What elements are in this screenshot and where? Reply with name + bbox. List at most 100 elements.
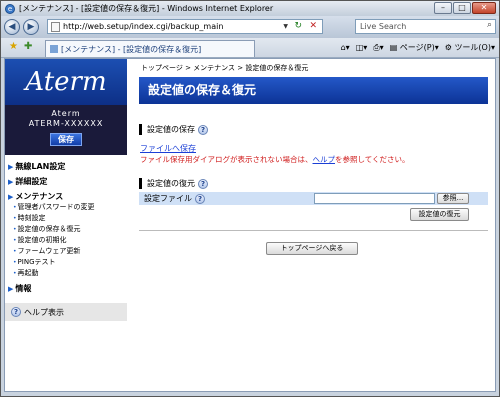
close-icon[interactable]: ✕ — [472, 2, 496, 14]
page-icon — [51, 21, 60, 32]
menu-wireless-lan[interactable]: ▶ 無線LAN設定 — [5, 161, 127, 172]
add-favorites-icon[interactable]: ✚ — [24, 41, 32, 52]
help-label: ヘルプ表示 — [24, 307, 64, 317]
tools-menu-label: ツール(O) — [454, 43, 491, 52]
back-to-top-button[interactable]: トップページへ戻る — [266, 242, 358, 255]
main-panel: トップページ > メンテナンス > 設定値の保存＆復元 設定値の保存＆復元 設定… — [139, 59, 491, 391]
save-note-text: ファイル保存用ダイアログが表示されない場合は、 — [140, 155, 313, 164]
bullet-icon: • — [13, 248, 17, 255]
save-section-title: 設定値の保存 — [147, 125, 195, 134]
page-content: Aterm Aterm ATERM-XXXXXX 保存 ▶ 無線LAN設定 ▶ 詳細… — [4, 58, 496, 392]
config-file-input[interactable] — [314, 193, 435, 204]
config-file-row: 設定ファイル ? 参照... — [139, 192, 488, 205]
menu-advanced[interactable]: ▶ 詳細設定 — [5, 176, 127, 187]
address-url[interactable]: http://web.setup/index.cgi/backup_main — [63, 22, 223, 31]
restore-section-title: 設定値の復元 — [147, 179, 195, 188]
bullet-icon: • — [13, 204, 17, 211]
menu-label: 情報 — [15, 284, 32, 293]
help-icon[interactable]: ? — [198, 178, 208, 189]
bullet-icon: • — [13, 226, 17, 233]
menu-maintenance[interactable]: ▶ メンテナンス — [5, 191, 127, 202]
command-bar: ⌂▾ ◫▾ ⎙▾ ▤ ページ(P)▾ ⚙ ツール(O)▾ — [341, 42, 495, 53]
search-icon[interactable]: ⌕ — [487, 20, 492, 30]
divider — [139, 230, 488, 231]
menu-item-reset[interactable]: •設定値の初期化 — [5, 235, 127, 246]
bullet-icon: • — [13, 215, 17, 222]
bullet-icon: • — [13, 237, 17, 244]
window-title: [メンテナンス] - [設定値の保存＆復元] - Windows Interne… — [19, 4, 274, 13]
search-placeholder: Live Search — [360, 22, 407, 31]
window-controls: – □ ✕ — [434, 2, 496, 14]
save-section-header: 設定値の保存 ? — [139, 124, 491, 135]
title-bar: e [メンテナンス] - [設定値の保存＆復元] - Windows Inter… — [1, 1, 499, 16]
menu-item-label: PINGテスト — [17, 258, 56, 266]
config-file-label: 設定ファイル — [144, 194, 192, 203]
address-bar[interactable]: http://web.setup/index.cgi/backup_main ▼… — [47, 19, 323, 34]
bullet-icon: • — [13, 270, 17, 277]
print-icon[interactable]: ⎙▾ — [373, 43, 383, 53]
sidebar: Aterm Aterm ATERM-XXXXXX 保存 ▶ 無線LAN設定 ▶ 詳細… — [5, 59, 127, 391]
page-menu-label: ページ(P) — [399, 43, 435, 52]
menu-item-backup[interactable]: •設定値の保存＆復元 — [5, 224, 127, 235]
browser-window: e [メンテナンス] - [設定値の保存＆復元] - Windows Inter… — [0, 0, 500, 397]
help-icon: ? — [11, 307, 21, 317]
menu-label: 詳細設定 — [15, 177, 48, 186]
menu-item-label: 管理者パスワードの変更 — [17, 203, 95, 211]
menu-item-label: 設定値の初期化 — [17, 236, 67, 244]
save-note: ファイル保存用ダイアログが表示されない場合は、ヘルプを参照してください。 — [139, 154, 491, 165]
tab-current[interactable]: [メンテナンス] - [設定値の保存＆復元] — [45, 40, 255, 57]
ie-logo-icon: e — [5, 3, 15, 14]
arrow-right-icon: ▶ — [8, 193, 14, 201]
menu-item-firmware[interactable]: •ファームウェア更新 — [5, 246, 127, 257]
menu-item-time[interactable]: •時刻設定 — [5, 213, 127, 224]
model-line2: ATERM-XXXXXX — [28, 119, 104, 128]
forward-icon[interactable]: ▶ — [23, 19, 39, 35]
help-icon[interactable]: ? — [198, 124, 208, 135]
favorites-star-icon[interactable]: ★ — [9, 41, 18, 52]
menu-label: メンテナンス — [15, 192, 64, 201]
menu-item-label: 設定値の保存＆復元 — [17, 225, 81, 233]
save-to-file-link[interactable]: ファイルへ保存 — [140, 144, 196, 153]
menu-item-reboot[interactable]: •再起動 — [5, 268, 127, 279]
help-link[interactable]: ヘルプ — [313, 155, 336, 164]
menu-item-label: 時刻設定 — [17, 214, 46, 222]
help-display[interactable]: ? ヘルプ表示 — [5, 303, 127, 321]
restore-button[interactable]: 設定値の復元 — [410, 208, 469, 221]
search-input[interactable]: Live Search ⌕ — [355, 19, 496, 34]
arrow-right-icon: ▶ — [8, 285, 14, 293]
menu-item-password[interactable]: •管理者パスワードの変更 — [5, 202, 127, 213]
menu-label: 無線LAN設定 — [15, 162, 66, 171]
browse-button[interactable]: 参照... — [437, 193, 469, 204]
chevron-down-icon[interactable]: ▼ — [283, 23, 288, 30]
feeds-icon[interactable]: ◫▾ — [356, 43, 368, 52]
menu-item-label: ファームウェア更新 — [17, 247, 81, 255]
address-toolbar: ◀ ▶ http://web.setup/index.cgi/backup_ma… — [1, 16, 499, 38]
bullet-icon: • — [13, 259, 17, 266]
breadcrumb: トップページ > メンテナンス > 設定値の保存＆復元 — [141, 64, 309, 72]
page-title: 設定値の保存＆復元 — [139, 77, 488, 104]
model-panel: Aterm ATERM-XXXXXX 保存 — [5, 105, 127, 155]
refresh-icon[interactable]: ↻ — [294, 21, 302, 31]
arrow-right-icon: ▶ — [8, 163, 14, 171]
save-link-row: ファイルへ保存 — [139, 143, 491, 154]
tab-label: [メンテナンス] - [設定値の保存＆復元] — [61, 44, 202, 54]
tools-menu[interactable]: ⚙ ツール(O)▾ — [445, 42, 495, 53]
menu-info[interactable]: ▶ 情報 — [5, 283, 127, 294]
help-icon[interactable]: ? — [195, 193, 205, 204]
home-icon[interactable]: ⌂▾ — [341, 43, 350, 52]
tab-bar: ★ ✚ [メンテナンス] - [設定値の保存＆復元] ⌂▾ ◫▾ ⎙▾ ▤ ペー… — [1, 38, 499, 58]
arrow-right-icon: ▶ — [8, 178, 14, 186]
page-favicon-icon — [50, 45, 58, 53]
back-icon[interactable]: ◀ — [4, 19, 20, 35]
save-button[interactable]: 保存 — [50, 133, 82, 146]
maximize-icon[interactable]: □ — [453, 2, 471, 14]
model-line1: Aterm — [51, 109, 81, 118]
minimize-icon[interactable]: – — [434, 2, 452, 14]
menu-item-label: 再起動 — [17, 269, 39, 277]
status-bar — [1, 392, 499, 396]
menu-item-ping[interactable]: •PINGテスト — [5, 257, 127, 268]
restore-section-header: 設定値の復元 ? — [139, 178, 491, 189]
page-menu[interactable]: ▤ ページ(P)▾ — [390, 42, 439, 53]
aterm-logo: Aterm — [5, 59, 127, 105]
stop-icon[interactable]: ✕ — [309, 21, 317, 31]
